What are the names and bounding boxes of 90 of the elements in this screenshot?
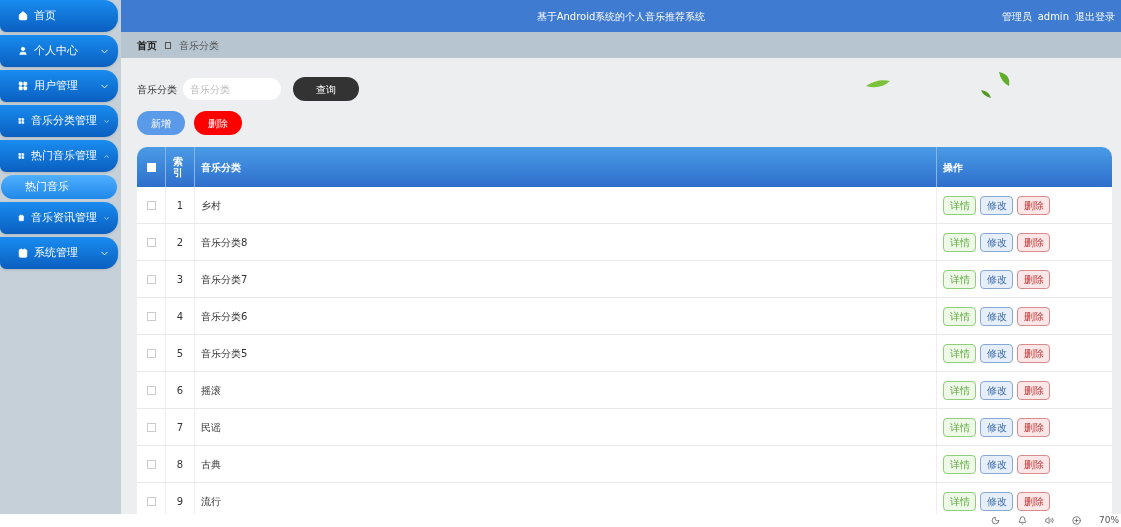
delete-button[interactable]: 删除 [1017,454,1050,474]
table-cell-text: 9 [176,494,184,509]
delete-button[interactable]: 删除 [194,111,242,135]
grid-icon [18,81,28,91]
delete-button[interactable]: 删除 [1017,306,1050,326]
row-checkbox[interactable] [146,348,156,358]
edit-button[interactable]: 修改 [980,491,1013,511]
breadcrumb-item[interactable]: 首页 [137,37,157,53]
table-cell-text: 音乐分类6 [201,309,248,324]
grid-icon [18,151,25,161]
column-header: 音乐分类 [195,147,937,187]
user-icon [18,46,28,56]
user-role: 管理员 [1001,9,1032,24]
table-cell-text: 音乐分类5 [201,346,248,361]
delete-button[interactable]: 删除 [1017,232,1050,252]
edit-button[interactable]: 修改 [980,380,1013,400]
add-button[interactable]: 新增 [137,111,185,135]
row-checkbox[interactable] [146,459,156,469]
detail-button[interactable]: 详情 [943,232,976,252]
delete-button[interactable]: 删除 [1017,269,1050,289]
logout-link[interactable]: 退出登录 [1075,8,1115,24]
table-cell-text: 音乐分类8 [201,235,248,250]
edit-button[interactable]: 修改 [980,232,1013,252]
table-cell-text: 1 [176,198,184,213]
bell-icon[interactable] [1018,516,1027,525]
row-checkbox[interactable] [146,496,156,506]
table-cell-text: 乡村 [201,198,221,213]
edit-button[interactable]: 修改 [980,417,1013,437]
row-checkbox[interactable] [146,311,156,321]
row-checkbox[interactable] [146,274,156,284]
zoom-in-icon[interactable] [1072,516,1081,525]
detail-button[interactable]: 详情 [943,195,976,215]
app-title: 基于Android系统的个人音乐推荐系统 [536,9,706,24]
sidebar-item[interactable]: 系统管理 [0,237,118,269]
detail-button[interactable]: 详情 [943,269,976,289]
detail-button[interactable]: 详情 [943,343,976,363]
user-name: admin [1037,9,1069,24]
delete-button[interactable]: 删除 [1017,417,1050,437]
row-checkbox[interactable] [146,237,156,247]
moon-icon[interactable] [991,516,1000,525]
select-all-checkbox[interactable] [146,162,156,172]
table-cell-text: 7 [176,420,184,435]
sidebar-item[interactable]: 热门音乐管理 [0,140,118,172]
grid-icon [18,116,25,126]
table-cell-text: 民谣 [201,420,221,435]
speaker-icon[interactable] [1045,516,1054,525]
column-header: 索引 [166,147,195,187]
sidebar-item[interactable]: 用户管理 [0,70,118,102]
table-cell-text: 古典 [201,457,221,472]
search-label: 音乐分类 [137,82,177,97]
edit-button[interactable]: 修改 [980,195,1013,215]
detail-button[interactable]: 详情 [943,306,976,326]
delete-button[interactable]: 删除 [1017,195,1050,215]
leaf-icon [999,72,1011,86]
edit-button[interactable]: 修改 [980,269,1013,289]
row-checkbox[interactable] [146,200,156,210]
detail-button[interactable]: 详情 [943,491,976,511]
delete-button[interactable]: 删除 [1017,491,1050,511]
breadcrumb-item[interactable]: 音乐分类 [179,37,219,53]
table-cell-text: 音乐分类7 [201,272,248,287]
edit-button[interactable]: 修改 [980,306,1013,326]
search-button[interactable]: 查询 [293,77,359,101]
table-cell-text: 摇滚 [201,383,221,398]
sidebar-subitem[interactable]: 热门音乐 [1,175,117,199]
edit-button[interactable]: 修改 [980,343,1013,363]
leaf-icon [866,80,890,90]
delete-button[interactable]: 删除 [1017,380,1050,400]
sidebar-item[interactable]: 音乐分类管理 [0,105,118,137]
leaf-icon [981,90,991,98]
table-cell-text: 8 [176,457,184,472]
detail-button[interactable]: 详情 [943,380,976,400]
sidebar-item[interactable]: 首页 [0,0,118,32]
home-icon [18,11,28,21]
edit-button[interactable]: 修改 [980,454,1013,474]
table-cell-text: 6 [176,383,184,398]
row-checkbox[interactable] [146,422,156,432]
separator-icon [165,41,171,49]
table-cell-text: 5 [176,346,184,361]
table-cell-text: 3 [176,272,184,287]
table-cell-text: 2 [176,235,184,250]
table-cell-text: 4 [176,309,184,324]
detail-button[interactable]: 详情 [943,417,976,437]
detail-button[interactable]: 详情 [943,454,976,474]
sidebar-item[interactable]: 音乐资讯管理 [0,202,118,234]
sidebar-item[interactable]: 个人中心 [0,35,118,67]
delete-button[interactable]: 删除 [1017,343,1050,363]
table-cell-text: 流行 [201,494,221,509]
zoom-level: 70% [1099,513,1119,527]
row-checkbox[interactable] [146,385,156,395]
column-header: 操作 [942,160,964,175]
